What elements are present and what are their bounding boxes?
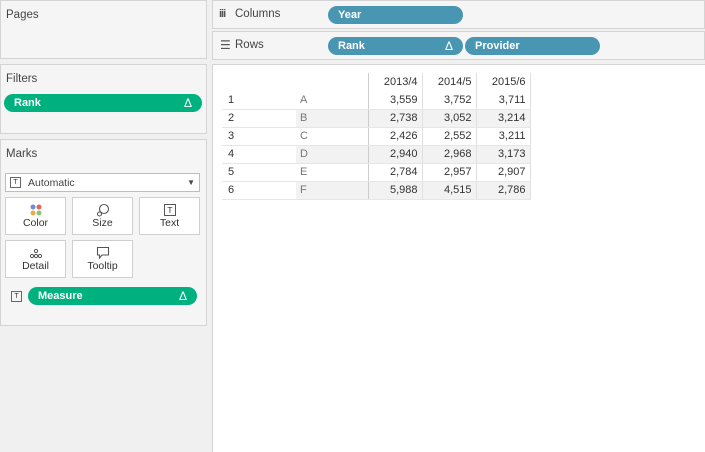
text-mark-icon: T <box>10 177 21 188</box>
side-pane-empty <box>0 331 207 452</box>
svg-text:T: T <box>166 206 172 215</box>
filters-card[interactable]: Filters Rank Δ <box>0 64 207 134</box>
rows-label: Rows <box>235 39 264 51</box>
text-button[interactable]: T Text <box>139 197 200 235</box>
table-row[interactable]: 3 C 2,426 2,552 3,211 <box>222 127 531 146</box>
filter-pill-rank[interactable]: Rank Δ <box>4 94 202 112</box>
value-cell[interactable]: 2,738 <box>367 109 423 128</box>
column-header[interactable]: 2013/4 <box>367 73 423 91</box>
value-cell[interactable]: 2,784 <box>367 163 423 182</box>
provider-cell[interactable]: B <box>296 109 368 128</box>
header-blank <box>222 73 296 91</box>
delta-icon: Δ <box>444 39 453 53</box>
marks-title: Marks <box>6 148 38 160</box>
rank-cell[interactable]: 2 <box>222 109 296 128</box>
crosstab: 2013/4 2014/5 2015/6 1 A 3,559 3,752 3,7… <box>222 73 531 200</box>
tooltip-button[interactable]: Tooltip <box>72 240 133 278</box>
columns-shelf[interactable]: iii Columns Year <box>212 0 705 29</box>
provider-cell[interactable]: D <box>296 145 368 164</box>
column-header[interactable]: 2014/5 <box>422 73 477 91</box>
value-cell[interactable]: 3,214 <box>476 109 531 128</box>
value-cell[interactable]: 3,211 <box>476 127 531 146</box>
header-row: 2013/4 2014/5 2015/6 <box>222 73 531 91</box>
text-button-label: Text <box>159 217 180 229</box>
delta-icon: Δ <box>178 289 187 303</box>
column-pill-label: Year <box>338 9 362 21</box>
measure-pill-label: Measure <box>38 290 83 302</box>
row-pill-provider[interactable]: Provider <box>465 37 600 55</box>
provider-cell[interactable]: A <box>296 91 368 110</box>
value-cell[interactable]: 2,940 <box>367 145 423 164</box>
pages-title: Pages <box>6 9 39 21</box>
value-cell[interactable]: 4,515 <box>422 181 477 200</box>
columns-icon: iii <box>219 8 226 20</box>
text-box-icon: T <box>140 203 199 217</box>
columns-label: Columns <box>235 8 281 20</box>
chevron-down-icon: ▼ <box>187 178 195 187</box>
row-pill-rank[interactable]: Rank Δ <box>328 37 463 55</box>
detail-button[interactable]: Detail <box>5 240 66 278</box>
detail-dots-icon <box>6 246 65 260</box>
table-row[interactable]: 1 A 3,559 3,752 3,711 <box>222 91 531 110</box>
rank-cell[interactable]: 6 <box>222 181 296 200</box>
value-cell[interactable]: 3,052 <box>422 109 477 128</box>
value-cell[interactable]: 2,552 <box>422 127 477 146</box>
value-cell[interactable]: 2,968 <box>422 145 477 164</box>
row-pill-label: Rank <box>338 40 365 52</box>
filters-title: Filters <box>6 73 38 85</box>
tooltip-bubble-icon <box>73 246 132 260</box>
column-pill-year[interactable]: Year <box>328 6 463 24</box>
table-row[interactable]: 6 F 5,988 4,515 2,786 <box>222 181 531 200</box>
rows-icon: ☰ <box>220 38 231 52</box>
value-cell[interactable]: 2,907 <box>476 163 531 182</box>
value-cell[interactable]: 2,426 <box>367 127 423 146</box>
mark-type-value: Automatic <box>28 177 75 189</box>
size-button[interactable]: Size <box>72 197 133 235</box>
color-button-label: Color <box>22 217 49 229</box>
value-cell[interactable]: 5,988 <box>367 181 423 200</box>
size-button-label: Size <box>92 217 113 229</box>
pages-card[interactable]: Pages <box>0 0 207 59</box>
color-dots-icon <box>6 203 65 217</box>
header-blank <box>296 73 368 91</box>
value-cell[interactable]: 2,957 <box>422 163 477 182</box>
value-cell[interactable]: 3,173 <box>476 145 531 164</box>
size-bubble-icon <box>73 203 132 217</box>
table-row[interactable]: 4 D 2,940 2,968 3,173 <box>222 145 531 164</box>
provider-cell[interactable]: C <box>296 127 368 146</box>
mark-type-dropdown[interactable]: T Automatic ▼ <box>5 173 200 192</box>
row-pill-label: Provider <box>475 40 520 52</box>
provider-cell[interactable]: F <box>296 181 368 200</box>
detail-button-label: Detail <box>22 260 49 272</box>
rank-cell[interactable]: 3 <box>222 127 296 146</box>
table-row[interactable]: 2 B 2,738 3,052 3,214 <box>222 109 531 128</box>
filter-pill-label: Rank <box>14 97 41 109</box>
view-canvas[interactable]: 2013/4 2014/5 2015/6 1 A 3,559 3,752 3,7… <box>212 64 705 452</box>
column-header[interactable]: 2015/6 <box>476 73 531 91</box>
measure-pill[interactable]: Measure Δ <box>28 287 197 305</box>
tooltip-button-label: Tooltip <box>87 260 118 272</box>
measure-text-icon: T <box>11 291 22 302</box>
value-cell[interactable]: 3,559 <box>367 91 423 110</box>
value-cell[interactable]: 3,711 <box>476 91 531 110</box>
value-cell[interactable]: 2,786 <box>476 181 531 200</box>
color-button[interactable]: Color <box>5 197 66 235</box>
rank-cell[interactable]: 5 <box>222 163 296 182</box>
rank-cell[interactable]: 4 <box>222 145 296 164</box>
table-row[interactable]: 5 E 2,784 2,957 2,907 <box>222 163 531 182</box>
rank-cell[interactable]: 1 <box>222 91 296 110</box>
delta-icon: Δ <box>183 96 192 110</box>
value-cell[interactable]: 3,752 <box>422 91 477 110</box>
provider-cell[interactable]: E <box>296 163 368 182</box>
rows-shelf[interactable]: ☰ Rows Rank Δ Provider <box>212 31 705 60</box>
